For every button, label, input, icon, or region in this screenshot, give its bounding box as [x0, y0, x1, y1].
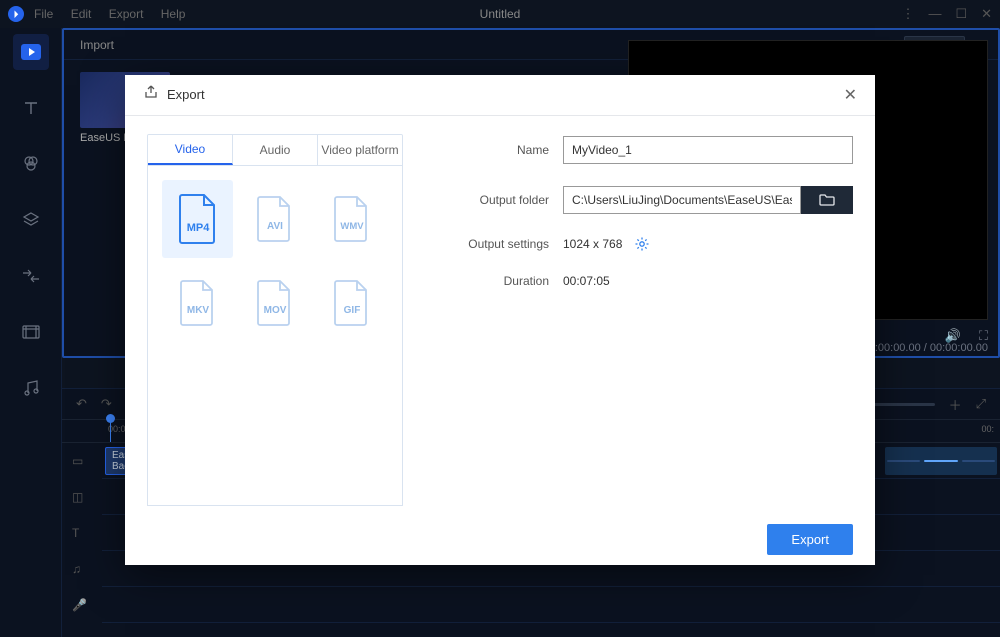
app-logo-icon: ⏵: [8, 6, 24, 22]
duration-label: Duration: [453, 274, 563, 288]
export-dialog: Export ✕ Video Audio Video platform MP4 …: [125, 75, 875, 565]
zoom-in-icon[interactable]: ＋: [949, 395, 962, 414]
minimize-icon[interactable]: —: [928, 6, 941, 22]
window-title: Untitled: [480, 7, 521, 21]
pip-track-icon: ◫: [72, 490, 83, 504]
svg-text:MKV: MKV: [187, 305, 210, 316]
duration-value: 00:07:05: [563, 274, 610, 288]
menu-file[interactable]: File: [34, 7, 53, 21]
transitions-tool-icon[interactable]: [13, 258, 49, 294]
timeline-clip-group[interactable]: [885, 447, 997, 475]
output-folder-label: Output folder: [453, 193, 563, 207]
export-tabs: Video Audio Video platform: [147, 134, 403, 166]
close-window-icon[interactable]: ✕: [981, 6, 992, 22]
main-menu: File Edit Export Help: [34, 7, 199, 21]
format-mkv[interactable]: MKV: [162, 264, 233, 342]
svg-text:WMV: WMV: [341, 221, 365, 232]
svg-text:AVI: AVI: [267, 221, 283, 232]
close-dialog-button[interactable]: ✕: [844, 85, 857, 105]
menu-export[interactable]: Export: [109, 7, 144, 21]
output-settings-label: Output settings: [453, 237, 563, 251]
tab-audio[interactable]: Audio: [233, 135, 318, 165]
svg-text:MOV: MOV: [264, 305, 287, 316]
tab-video-platform[interactable]: Video platform: [318, 135, 402, 165]
voice-track-icon: 🎤: [72, 598, 87, 612]
titlebar: ⏵ File Edit Export Help Untitled ⋮ — ☐ ✕: [0, 0, 1000, 28]
browse-folder-button[interactable]: [801, 186, 853, 214]
export-button[interactable]: Export: [767, 524, 853, 555]
svg-text:MP4: MP4: [186, 222, 210, 234]
name-label: Name: [453, 143, 563, 157]
format-avi[interactable]: AVI: [239, 180, 310, 258]
format-grid: MP4 AVI WMV MKV MOV GIF: [147, 166, 403, 506]
audio-track-icon: ♫: [72, 562, 81, 576]
svg-text:GIF: GIF: [344, 305, 361, 316]
export-icon: [143, 84, 159, 105]
tool-sidebar: [0, 28, 62, 637]
music-tool-icon[interactable]: [13, 370, 49, 406]
text-track-icon: T: [72, 526, 79, 540]
settings-gear-button[interactable]: [634, 236, 650, 252]
overlays-tool-icon[interactable]: [13, 202, 49, 238]
maximize-icon[interactable]: ☐: [955, 6, 967, 22]
format-gif[interactable]: GIF: [317, 264, 388, 342]
filters-tool-icon[interactable]: [13, 146, 49, 182]
tab-video[interactable]: Video: [148, 135, 233, 165]
playhead[interactable]: [110, 420, 111, 442]
video-track-icon: ▭: [72, 454, 83, 468]
format-mp4[interactable]: MP4: [162, 180, 233, 258]
format-mov[interactable]: MOV: [239, 264, 310, 342]
more-icon[interactable]: ⋮: [901, 6, 914, 22]
media-tool-icon[interactable]: [13, 34, 49, 70]
format-wmv[interactable]: WMV: [317, 180, 388, 258]
menu-edit[interactable]: Edit: [71, 7, 92, 21]
name-input[interactable]: [563, 136, 853, 164]
output-settings-value: 1024 x 768: [563, 237, 622, 251]
menu-help[interactable]: Help: [161, 7, 186, 21]
import-button[interactable]: Import: [80, 38, 114, 52]
redo-icon[interactable]: ↷: [101, 396, 112, 412]
export-dialog-title: Export: [167, 87, 205, 102]
zoom-fit-icon[interactable]: ⤢: [976, 396, 986, 412]
text-tool-icon[interactable]: [13, 90, 49, 126]
undo-icon[interactable]: ↶: [76, 396, 87, 412]
output-folder-input[interactable]: [563, 186, 801, 214]
voice-track[interactable]: 🎤: [102, 587, 1000, 623]
elements-tool-icon[interactable]: [13, 314, 49, 350]
